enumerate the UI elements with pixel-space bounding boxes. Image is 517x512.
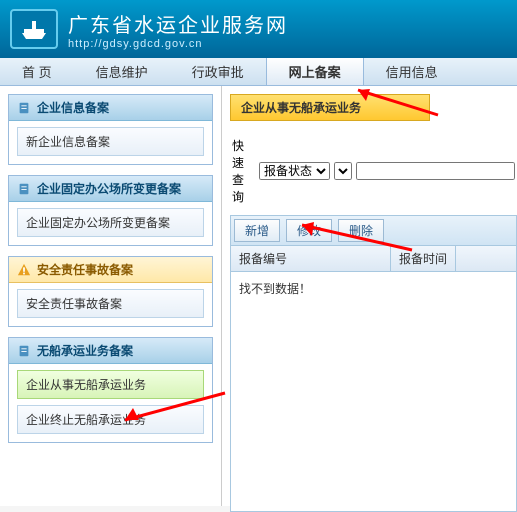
column-header-id: 报备编号 bbox=[231, 246, 391, 271]
table-body: 找不到数据！ bbox=[230, 272, 517, 512]
ship-icon bbox=[18, 17, 50, 41]
sidebar-item[interactable]: 新企业信息备案 bbox=[17, 127, 204, 156]
panel-title: 安全责任事故备案 bbox=[37, 261, 133, 278]
toolbar: 新增 修改 删除 bbox=[230, 215, 517, 246]
nav-item[interactable]: 行政审批 bbox=[170, 58, 266, 85]
document-icon bbox=[17, 101, 31, 115]
sidebar-item[interactable]: 企业固定办公场所变更备案 bbox=[17, 208, 204, 237]
nav-item[interactable]: 网上备案 bbox=[266, 58, 364, 85]
table-header: 报备编号 报备时间 bbox=[230, 246, 517, 272]
add-button[interactable]: 新增 bbox=[234, 219, 280, 242]
header: 广东省水运企业服务网 http://gdsy.gdcd.gov.cn bbox=[0, 0, 517, 58]
panel-header[interactable]: 安全责任事故备案 bbox=[9, 257, 212, 283]
sidebar-item[interactable]: 安全责任事故备案 bbox=[17, 289, 204, 318]
query-type-select[interactable]: 报备状态 bbox=[259, 162, 330, 180]
warning-icon bbox=[17, 263, 31, 277]
sidebar-panel: 企业信息备案新企业信息备案 bbox=[8, 94, 213, 165]
sidebar-panel: 企业固定办公场所变更备案企业固定办公场所变更备案 bbox=[8, 175, 213, 246]
document-icon bbox=[17, 344, 31, 358]
sidebar-item[interactable]: 企业终止无船承运业务 bbox=[17, 405, 204, 434]
quick-query-label: 快速查询 bbox=[232, 137, 255, 205]
empty-message: 找不到数据！ bbox=[239, 282, 311, 296]
sidebar: 企业信息备案新企业信息备案企业固定办公场所变更备案企业固定办公场所变更备案安全责… bbox=[0, 86, 222, 506]
nav-item[interactable]: 首 页 bbox=[0, 58, 74, 85]
content-title: 企业从事无船承运业务 bbox=[230, 94, 430, 121]
document-icon bbox=[17, 182, 31, 196]
nav-item[interactable]: 信息维护 bbox=[74, 58, 170, 85]
sidebar-panel: 安全责任事故备案安全责任事故备案 bbox=[8, 256, 213, 327]
sidebar-item[interactable]: 企业从事无船承运业务 bbox=[17, 370, 204, 399]
quick-query-row: 快速查询 报备状态 bbox=[230, 133, 517, 209]
column-header-time: 报备时间 bbox=[391, 246, 456, 271]
delete-button[interactable]: 删除 bbox=[338, 219, 384, 242]
panel-header[interactable]: 无船承运业务备案 bbox=[9, 338, 212, 364]
content-area: 企业从事无船承运业务 快速查询 报备状态 新增 修改 删除 报备编号 报备时间 … bbox=[222, 86, 517, 506]
main-nav: 首 页信息维护行政审批网上备案信用信息 bbox=[0, 58, 517, 86]
site-url: http://gdsy.gdcd.gov.cn bbox=[68, 38, 288, 50]
query-value-select[interactable] bbox=[334, 162, 352, 180]
nav-item[interactable]: 信用信息 bbox=[364, 58, 460, 85]
logo bbox=[10, 9, 58, 49]
site-title: 广东省水运企业服务网 bbox=[68, 9, 288, 38]
sidebar-panel: 无船承运业务备案企业从事无船承运业务企业终止无船承运业务 bbox=[8, 337, 213, 443]
panel-header[interactable]: 企业固定办公场所变更备案 bbox=[9, 176, 212, 202]
panel-header[interactable]: 企业信息备案 bbox=[9, 95, 212, 121]
query-input[interactable] bbox=[356, 162, 515, 180]
edit-button[interactable]: 修改 bbox=[286, 219, 332, 242]
panel-title: 无船承运业务备案 bbox=[37, 342, 133, 359]
panel-title: 企业信息备案 bbox=[37, 99, 109, 116]
panel-title: 企业固定办公场所变更备案 bbox=[37, 180, 181, 197]
